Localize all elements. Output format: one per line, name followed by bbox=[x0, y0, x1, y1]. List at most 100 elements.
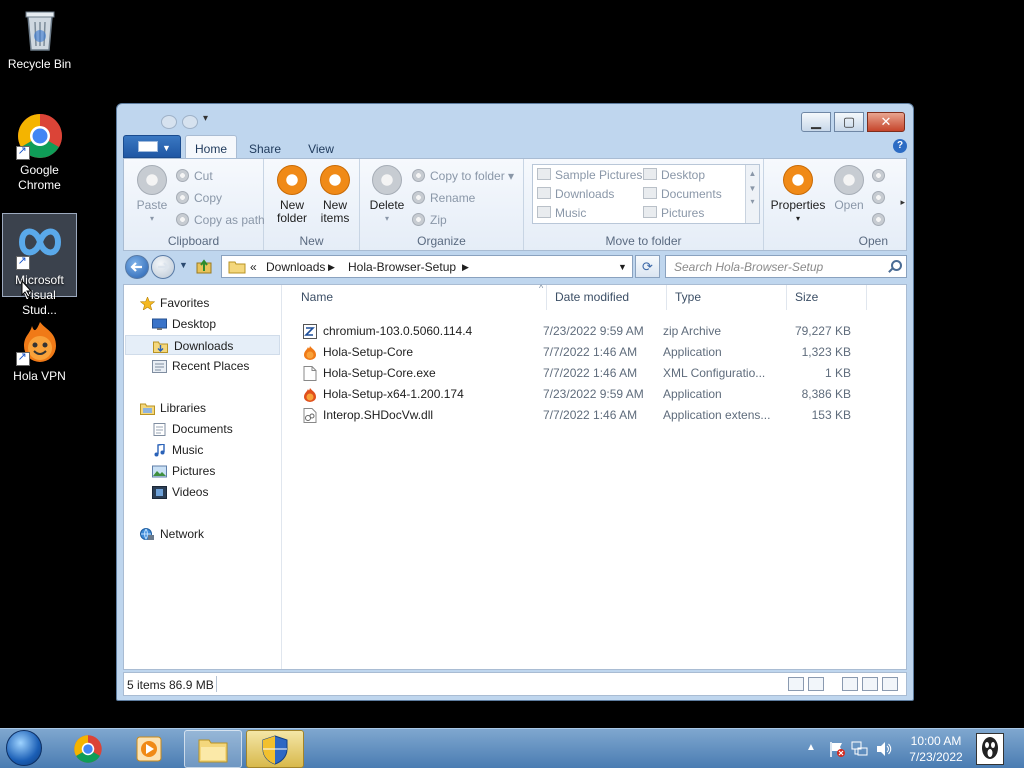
column-header-name[interactable]: Name bbox=[293, 285, 547, 310]
address-overflow[interactable]: « bbox=[250, 260, 257, 274]
taskbar-explorer[interactable] bbox=[184, 730, 242, 768]
tab-home[interactable]: Home bbox=[185, 135, 237, 159]
delete-icon bbox=[372, 165, 402, 195]
taskbar-media-player[interactable] bbox=[120, 730, 178, 768]
nav-favorites-recent-places[interactable]: Recent Places bbox=[152, 356, 272, 376]
qat-customize-icon[interactable]: ▾ bbox=[203, 113, 208, 124]
preview-pane-button[interactable] bbox=[842, 677, 858, 691]
qat-properties-icon[interactable] bbox=[161, 115, 177, 129]
content-area: Favorites Desktop Downloads Recent Place… bbox=[123, 283, 907, 670]
large-icons-view-button[interactable] bbox=[808, 677, 824, 691]
nav-favorites-desktop[interactable]: Desktop bbox=[152, 314, 272, 334]
file-row[interactable]: Hola-Setup-x64-1.200.174 7/23/2022 9:59 … bbox=[299, 384, 897, 405]
breadcrumb-hola-browser-setup[interactable]: Hola-Browser-Setup bbox=[348, 260, 456, 274]
taskbar-chrome[interactable] bbox=[60, 730, 118, 768]
desktop-icon-visual-studio[interactable]: Microsoft Visual Stud... bbox=[2, 213, 77, 317]
paste-button[interactable]: Paste ▾ bbox=[132, 165, 172, 225]
action-center-flag-icon[interactable] bbox=[828, 740, 846, 758]
rename-button[interactable]: Rename bbox=[410, 189, 475, 207]
close-icon: ✕ bbox=[880, 114, 892, 129]
scream-face-icon bbox=[982, 737, 998, 759]
address-history-chevron-icon[interactable]: ▼ bbox=[618, 262, 627, 272]
tab-view[interactable]: View bbox=[297, 138, 345, 158]
copy-button[interactable]: Copy bbox=[174, 189, 222, 207]
address-bar[interactable]: « Downloads ▶ Hola-Browser-Setup ▶ ▼ bbox=[221, 255, 633, 278]
breadcrumb-downloads[interactable]: Downloads bbox=[266, 260, 325, 274]
edit-icon bbox=[872, 191, 885, 204]
move-target-music[interactable]: Music bbox=[535, 203, 586, 223]
nav-libraries-videos[interactable]: Videos bbox=[152, 482, 272, 502]
nav-libraries-pictures[interactable]: Pictures bbox=[152, 461, 272, 481]
title-bar[interactable]: ▾ ▁ ▢ ✕ bbox=[117, 104, 913, 136]
nav-libraries[interactable]: Libraries bbox=[140, 398, 260, 418]
taskbar-uac-prompt[interactable] bbox=[246, 730, 304, 768]
nav-libraries-documents[interactable]: Documents bbox=[152, 419, 272, 439]
file-row[interactable]: Interop.SHDocVw.dll 7/7/2022 1:46 AM App… bbox=[299, 405, 897, 426]
details-pane-button[interactable] bbox=[862, 677, 878, 691]
new-items-button[interactable]: New items bbox=[314, 165, 356, 225]
file-row[interactable]: Hola-Setup-Core.exe 7/7/2022 1:46 AM XML… bbox=[299, 363, 897, 384]
new-folder-button[interactable]: New folder bbox=[272, 165, 312, 225]
desktop-icon-recycle-bin[interactable]: Recycle Bin bbox=[2, 6, 77, 76]
open-button[interactable]: Open bbox=[832, 165, 866, 212]
file-row[interactable]: chromium-103.0.5060.114.4 7/23/2022 9:59… bbox=[299, 321, 897, 342]
properties-button[interactable]: Properties ▾ bbox=[768, 165, 828, 225]
details-view-button[interactable] bbox=[788, 677, 804, 691]
column-header-size[interactable]: Size bbox=[787, 285, 867, 310]
refresh-button[interactable]: ⟳ bbox=[635, 255, 660, 278]
move-target-sample-pictures[interactable]: Sample Pictures bbox=[535, 165, 642, 185]
network-status-icon[interactable] bbox=[851, 740, 869, 758]
copy-as-path-button[interactable]: Copy as path bbox=[174, 211, 265, 229]
network-icon bbox=[140, 528, 154, 540]
move-to-folder-group-label: Move to folder bbox=[605, 234, 682, 248]
copy-to-folder-button[interactable]: Copy to folder ▾ bbox=[410, 167, 514, 185]
cut-button[interactable]: Cut bbox=[174, 167, 213, 185]
open-small-button-1[interactable] bbox=[870, 167, 885, 185]
navigation-pane-button[interactable] bbox=[882, 677, 898, 691]
open-small-button-2[interactable] bbox=[870, 189, 885, 207]
zip-button[interactable]: Zip bbox=[410, 211, 447, 229]
help-icon[interactable]: ? bbox=[893, 139, 907, 153]
desktop-icon-google-chrome[interactable]: Google Chrome bbox=[2, 112, 77, 196]
desktop-icon-hola-vpn[interactable]: Hola VPN bbox=[2, 318, 77, 388]
qat-new-folder-icon[interactable] bbox=[182, 115, 198, 129]
minimize-button[interactable]: ▁ bbox=[801, 112, 831, 132]
gallery-scrollbar[interactable]: ▲ ▼ ▾ bbox=[745, 165, 759, 223]
ribbon-scroll-right-icon[interactable]: ▸ bbox=[900, 197, 905, 208]
maximize-button[interactable]: ▢ bbox=[834, 112, 864, 132]
nav-favorites[interactable]: Favorites bbox=[140, 293, 260, 313]
rename-icon bbox=[412, 191, 425, 204]
search-icon[interactable] bbox=[891, 260, 902, 271]
move-to-folder-gallery[interactable]: Sample Pictures Desktop Downloads Docume… bbox=[532, 164, 760, 224]
forward-button[interactable] bbox=[151, 255, 175, 279]
column-header-type[interactable]: Type bbox=[667, 285, 787, 310]
properties-icon bbox=[783, 165, 813, 195]
show-hidden-icons-icon[interactable]: ▲ bbox=[806, 742, 816, 753]
move-target-downloads[interactable]: Downloads bbox=[535, 184, 614, 204]
nav-libraries-music[interactable]: Music bbox=[152, 440, 272, 460]
open-small-button-3[interactable] bbox=[870, 211, 885, 229]
tab-share[interactable]: Share bbox=[241, 138, 289, 158]
desktop-icon-label: Microsoft Visual Stud... bbox=[15, 273, 64, 317]
system-clock[interactable]: 10:00 AM 7/23/2022 bbox=[904, 733, 968, 765]
nav-network[interactable]: Network bbox=[140, 524, 260, 544]
tray-app-icon[interactable] bbox=[976, 733, 1004, 765]
move-target-pictures[interactable]: Pictures bbox=[641, 203, 704, 223]
breadcrumb-separator-icon[interactable]: ▶ bbox=[328, 262, 335, 273]
file-row[interactable]: Hola-Setup-Core 7/7/2022 1:46 AM Applica… bbox=[299, 342, 897, 363]
move-target-desktop[interactable]: Desktop bbox=[641, 165, 705, 185]
close-button[interactable]: ✕ bbox=[867, 112, 905, 132]
delete-button[interactable]: Delete ▾ bbox=[366, 165, 408, 225]
up-folder-icon[interactable] bbox=[195, 258, 213, 276]
column-header-date-modified[interactable]: Date modified bbox=[547, 285, 667, 310]
back-button[interactable] bbox=[125, 255, 149, 279]
recent-locations-chevron-icon[interactable]: ▼ bbox=[179, 260, 188, 270]
nav-favorites-downloads[interactable]: Downloads bbox=[125, 335, 280, 355]
volume-icon[interactable] bbox=[875, 740, 893, 758]
start-button[interactable] bbox=[6, 730, 46, 768]
search-input[interactable]: Search Hola-Browser-Setup bbox=[665, 255, 907, 278]
file-menu-button[interactable]: ▼ bbox=[123, 135, 181, 158]
breadcrumb-separator-icon[interactable]: ▶ bbox=[462, 262, 469, 273]
move-target-documents[interactable]: Documents bbox=[641, 184, 722, 204]
chrome-icon bbox=[74, 735, 102, 763]
